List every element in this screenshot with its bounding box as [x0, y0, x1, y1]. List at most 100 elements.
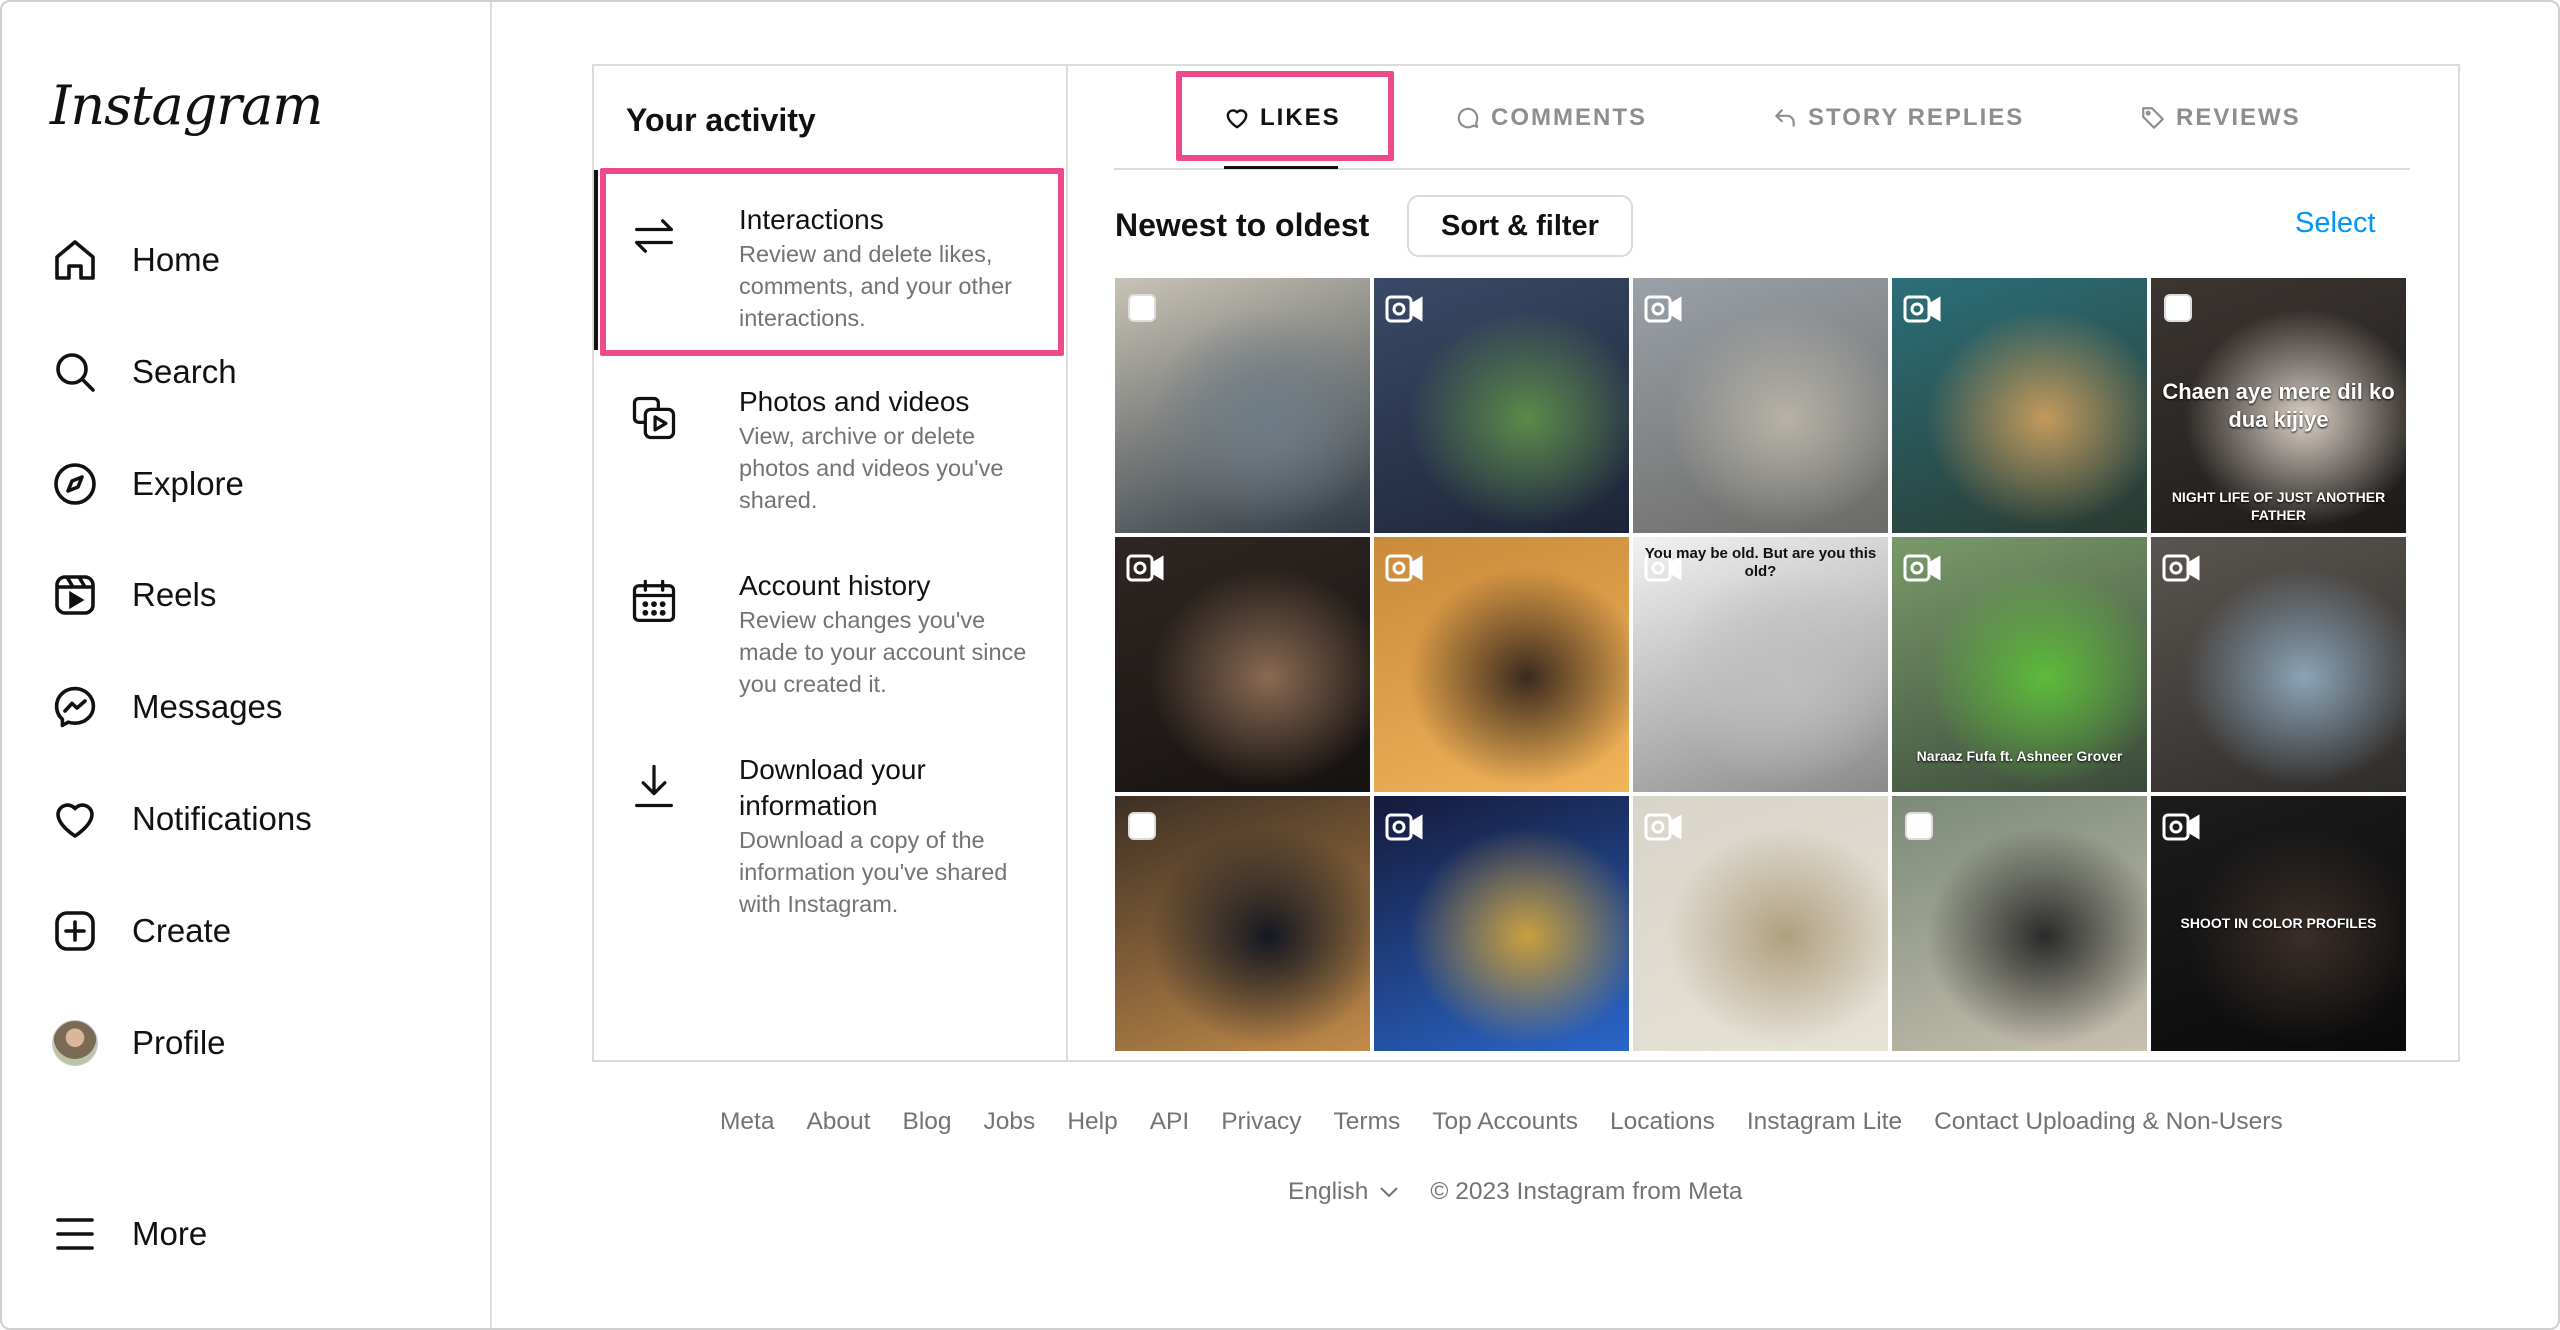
nav-label: Notifications: [132, 800, 312, 837]
nav-create[interactable]: Create: [50, 901, 231, 961]
avatar: [52, 1020, 98, 1066]
liked-reel-tile[interactable]: [1115, 537, 1370, 792]
activity-item-account-history[interactable]: Account history Review changes you've ma…: [594, 568, 1066, 708]
footer-link[interactable]: Privacy: [1221, 1108, 1301, 1136]
video-camera-icon: [1384, 292, 1424, 326]
messenger-icon: [50, 682, 100, 732]
select-link[interactable]: Select: [2295, 207, 2376, 240]
liked-reel-tile[interactable]: [1374, 537, 1629, 792]
activity-item-desc: Review changes you've made to your accou…: [739, 607, 1027, 697]
search-icon: [50, 347, 100, 397]
tab-comments[interactable]: COMMENTS: [1455, 96, 1647, 140]
liked-reel-tile[interactable]: [1374, 796, 1629, 1051]
liked-reel-tile[interactable]: SHOOT IN COLOR PROFILES: [2151, 796, 2406, 1051]
liked-post-tile[interactable]: Chaen aye mere dil ko dua kijiye NIGHT LI…: [2151, 278, 2406, 533]
arrows-icon: [628, 210, 680, 262]
activity-item-title: Photos and videos: [739, 386, 970, 417]
activity-item-title: Interactions: [739, 204, 884, 235]
select-checkbox-icon: [2161, 292, 2201, 326]
tab-likes[interactable]: LIKES: [1224, 96, 1341, 140]
footer-link[interactable]: Instagram Lite: [1747, 1108, 1902, 1136]
footer-link[interactable]: Terms: [1334, 1108, 1401, 1136]
liked-reel-tile[interactable]: [1374, 278, 1629, 533]
avatar-wrap: [50, 1018, 100, 1068]
activity-item-title: Download your information: [739, 754, 926, 821]
tab-label: LIKES: [1260, 104, 1341, 131]
tile-caption-secondary: SHOOT IN COLOR PROFILES: [2180, 915, 2377, 931]
activity-menu: Your activity Interactions Review and de…: [594, 66, 1068, 1062]
liked-post-tile[interactable]: [1892, 796, 2147, 1051]
liked-reel-tile[interactable]: You may be old. But are you this old?: [1633, 537, 1888, 792]
language-label: English: [1288, 1178, 1369, 1205]
nav-messages[interactable]: Messages: [50, 677, 282, 737]
activity-item-desc: View, archive or delete photos and video…: [739, 423, 1004, 513]
footer-link[interactable]: API: [1150, 1108, 1190, 1136]
tab-label: REVIEWS: [2176, 104, 2301, 131]
reels-icon: [50, 570, 100, 620]
likes-grid: Chaen aye mere dil ko dua kijiye NIGHT LI…: [1115, 278, 2409, 1060]
instagram-logo[interactable]: Instagram: [50, 74, 323, 137]
tile-caption-secondary: NIGHT LIFE OF JUST ANOTHER FATHER: [2171, 489, 2386, 523]
nav-label: Profile: [132, 1024, 226, 1061]
language-select[interactable]: English: [1288, 1178, 1400, 1206]
nav-search[interactable]: Search: [50, 342, 237, 402]
select-checkbox-icon: [1902, 810, 1942, 844]
app-window: Instagram Home Search Explore Reels Mess…: [0, 0, 2560, 1330]
nav-explore[interactable]: Explore: [50, 454, 244, 514]
tab-reviews[interactable]: REVIEWS: [2140, 96, 2301, 140]
download-icon: [628, 760, 680, 812]
activity-item-desc: Download a copy of the information you'v…: [739, 827, 1008, 917]
footer-link[interactable]: About: [806, 1108, 870, 1136]
select-checkbox-icon: [1125, 810, 1165, 844]
tile-caption: You may be old. But are you this old?: [1644, 545, 1877, 580]
liked-reel-tile[interactable]: [1633, 796, 1888, 1051]
activity-item-interactions[interactable]: Interactions Review and delete likes, co…: [594, 202, 1066, 342]
footer-link[interactable]: Blog: [903, 1108, 952, 1136]
sidebar-nav: Instagram Home Search Explore Reels Mess…: [2, 2, 492, 1328]
activity-item-photos-videos[interactable]: Photos and videos View, archive or delet…: [594, 384, 1066, 524]
liked-reel-tile[interactable]: [2151, 537, 2406, 792]
footer-link[interactable]: Top Accounts: [1432, 1108, 1578, 1136]
footer-link[interactable]: Meta: [720, 1108, 774, 1136]
footer-link[interactable]: Help: [1067, 1108, 1117, 1136]
nav-more[interactable]: More: [50, 1204, 207, 1264]
liked-reel-tile[interactable]: [1892, 278, 2147, 533]
heart-icon: [1226, 109, 1248, 129]
heart-icon: [50, 794, 100, 844]
home-icon: [50, 235, 100, 285]
nav-reels[interactable]: Reels: [50, 565, 216, 625]
activity-item-desc: Review and delete likes, comments, and y…: [739, 241, 1012, 331]
calendar-icon: [628, 576, 680, 628]
video-camera-icon: [1125, 551, 1165, 585]
liked-reel-tile[interactable]: Naraaz Fufa ft. Ashneer Grover: [1892, 537, 2147, 792]
video-camera-icon: [2161, 810, 2201, 844]
tile-caption: Chaen aye mere dil ko dua kijiye: [2162, 379, 2395, 432]
activity-title: Your activity: [626, 102, 816, 138]
footer-link[interactable]: Jobs: [984, 1108, 1036, 1136]
menu-icon: [50, 1209, 100, 1259]
activity-item-download[interactable]: Download your information Download a cop…: [594, 752, 1066, 932]
footer-link[interactable]: Contact Uploading & Non-Users: [1934, 1108, 2283, 1136]
chevron-down-icon: [1380, 1187, 1399, 1198]
nav-label: Create: [132, 912, 232, 949]
liked-post-tile[interactable]: [1115, 278, 1370, 533]
nav-label: More: [132, 1215, 208, 1252]
video-camera-icon: [1902, 292, 1942, 326]
nav-label: Messages: [132, 688, 283, 725]
liked-reel-tile[interactable]: [1633, 278, 1888, 533]
sort-order-label: Newest to oldest: [1115, 207, 1370, 243]
sort-filter-button[interactable]: Sort & filter: [1407, 195, 1633, 257]
video-camera-icon: [1643, 292, 1683, 326]
video-camera-icon: [2161, 551, 2201, 585]
comment-icon: [1457, 107, 1479, 129]
footer-links: Meta About Blog Jobs Help API Privacy Terms Top …: [720, 1108, 2315, 1136]
footer-link[interactable]: Locations: [1610, 1108, 1715, 1136]
nav-label: Home: [132, 241, 221, 278]
liked-post-tile[interactable]: [1115, 796, 1370, 1051]
media-icon: [628, 392, 680, 444]
tab-story-replies[interactable]: STORY REPLIES: [1772, 96, 2024, 140]
nav-profile[interactable]: Profile: [50, 1013, 226, 1073]
nav-notifications[interactable]: Notifications: [50, 789, 312, 849]
nav-home[interactable]: Home: [50, 230, 220, 290]
reply-icon: [1775, 109, 1795, 127]
